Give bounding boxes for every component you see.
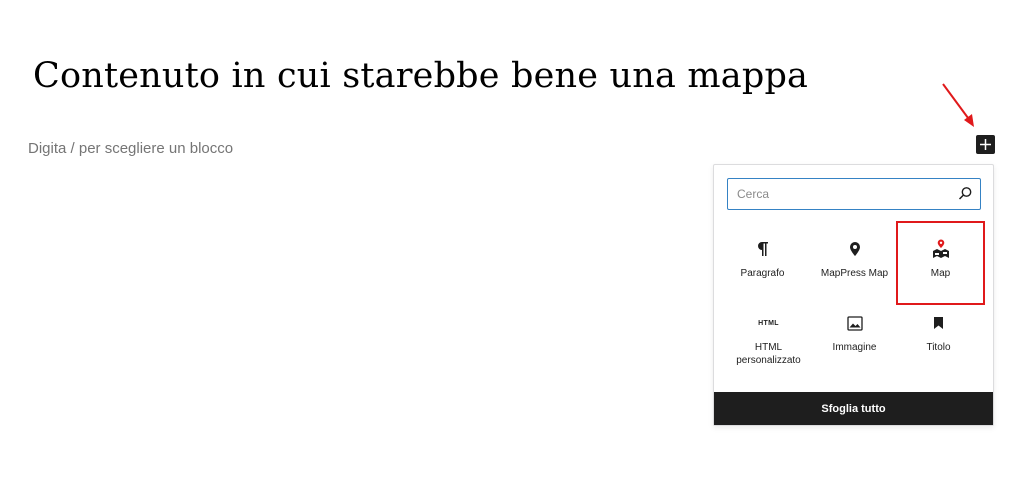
block-item-heading[interactable]: Titolo	[896, 297, 981, 377]
block-label: Map	[930, 268, 951, 279]
annotation-arrow-icon	[942, 83, 974, 127]
image-icon	[812, 313, 897, 333]
search-input[interactable]	[737, 179, 947, 208]
bookmark-icon	[896, 313, 981, 333]
block-inserter-panel: Paragrafo MapPress Map Map	[713, 164, 994, 426]
search-box	[727, 178, 981, 210]
browse-all-button[interactable]: Sfoglia tutto	[714, 392, 993, 425]
block-item-mappress-map[interactable]: MapPress Map	[812, 223, 897, 303]
html-icon: HTML	[726, 313, 811, 333]
post-title[interactable]: Contenuto in cui starebbe bene una mappa	[33, 56, 808, 96]
block-item-map[interactable]: Map	[896, 221, 985, 305]
block-item-paragraph[interactable]: Paragrafo	[720, 223, 805, 303]
block-label: Titolo	[926, 342, 951, 353]
block-label: HTML personalizzato	[736, 342, 801, 366]
plus-icon	[980, 139, 991, 150]
block-label: Immagine	[832, 342, 877, 353]
map-pin-icon	[812, 239, 897, 259]
block-label: MapPress Map	[820, 268, 889, 279]
block-item-custom-html[interactable]: HTML HTML personalizzato	[726, 297, 811, 377]
paragraph-icon	[720, 239, 805, 259]
search-icon[interactable]	[958, 186, 973, 201]
block-inserter-toggle[interactable]	[976, 135, 995, 154]
map-marker-icon	[898, 239, 983, 259]
block-item-image[interactable]: Immagine	[812, 297, 897, 377]
html-icon-text: HTML	[758, 319, 779, 327]
block-appender-placeholder[interactable]: Digita / per scegliere un blocco	[28, 140, 233, 157]
block-label: Paragrafo	[740, 268, 785, 279]
